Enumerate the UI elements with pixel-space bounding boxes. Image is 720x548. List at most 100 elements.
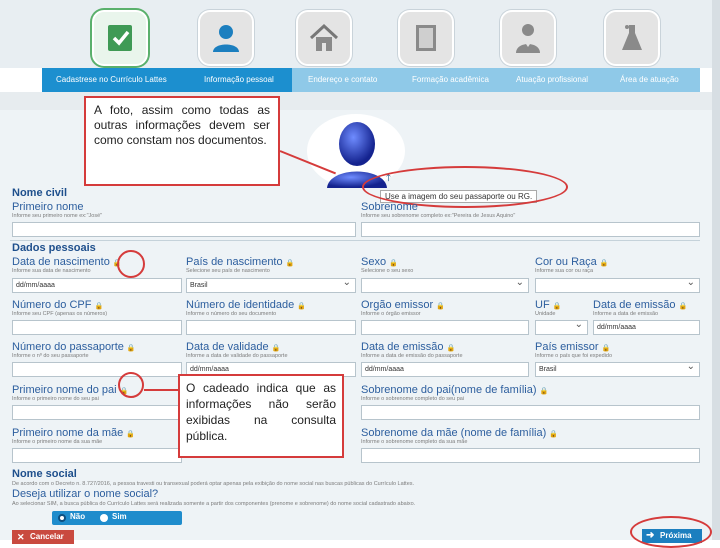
label-cpf: Número do CPF 🔒 — [12, 299, 104, 311]
lock-icon: 🔒 — [599, 260, 609, 267]
lock-icon: 🔒 — [436, 303, 445, 310]
lock-icon: 🔒 — [126, 345, 136, 352]
radio-sim[interactable] — [100, 514, 108, 522]
photo-callout: A foto, assim como todas as outras infor… — [84, 96, 280, 186]
divider — [10, 240, 700, 241]
step-icon-formacao[interactable] — [398, 10, 454, 66]
input-data-nascimento[interactable]: dd/mm/aaaa — [12, 278, 182, 293]
hint-pais-nascimento: Selecione seu país de nascimento — [186, 268, 270, 274]
lock-icon: 🔒 — [539, 388, 549, 395]
cancel-button[interactable]: ✕ Cancelar — [12, 530, 74, 544]
lock-icon: 🔒 — [552, 303, 562, 310]
input-primeiro-nome-pai[interactable] — [12, 405, 182, 420]
house-icon — [309, 23, 339, 51]
label-primeiro-nome: Primeiro nome — [12, 201, 84, 213]
hint-primeiro-nome-mae: Informe o primeiro nome da sua mãe — [12, 439, 103, 445]
label-sobrenome-mae: Sobrenome da mãe (nome de família) 🔒 — [361, 427, 558, 439]
select-pais-emissor[interactable]: Brasil — [535, 360, 700, 377]
radio-nao[interactable] — [58, 514, 66, 522]
hint-pais-emissor: Informe o país que foi expedido — [535, 353, 613, 359]
lock-icon: 🔒 — [94, 303, 104, 310]
input-data-emissao-passaporte[interactable]: dd/mm/aaaa — [361, 362, 529, 377]
step-icon-area[interactable] — [604, 10, 660, 66]
label-pais-emissor: País emissor 🔒 — [535, 341, 611, 353]
select-uf[interactable] — [535, 318, 588, 335]
lock-callout: O cadeado indica que as informações não … — [178, 374, 344, 458]
nome-social-note: De acordo com o Decreto n. 8.727/2016, a… — [12, 481, 415, 487]
select-cor-raca[interactable] — [535, 276, 700, 293]
tab-atuacao[interactable]: Atuação profissional — [502, 68, 612, 92]
label-uf: UF 🔒 — [535, 299, 562, 311]
select-sexo[interactable] — [361, 276, 529, 293]
label-data-emissao: Data de emissão 🔒 — [593, 299, 688, 311]
book-icon — [416, 25, 436, 51]
hint-orgao-emissor: Informe o órgão emissor — [361, 311, 421, 317]
tab-endereco[interactable]: Endereço e contato — [294, 68, 398, 92]
lock-icon: 🔒 — [389, 260, 398, 267]
label-identidade: Número de identidade 🔒 — [186, 299, 306, 311]
step-icon-info-pessoal[interactable] — [198, 10, 254, 66]
hint-sobrenome-pai: Informe o sobrenome completo do seu pai — [361, 396, 465, 402]
input-cpf[interactable] — [12, 320, 182, 335]
person-icon — [213, 25, 239, 52]
step-icon-atuacao[interactable] — [500, 10, 556, 66]
section-nome-social: Nome social — [12, 468, 77, 480]
section-nome-civil: Nome civil — [12, 187, 68, 199]
step-icon-cadastro[interactable] — [92, 10, 148, 66]
nome-social-question: Deseja utilizar o nome social? — [12, 488, 159, 500]
hint-data-nascimento: Informe sua data de nascimento — [12, 268, 91, 274]
nome-social-question-hint: Ao selecionar SIM, a busca pública do Cu… — [12, 501, 416, 507]
label-primeiro-nome-pai: Primeiro nome do pai 🔒 — [12, 384, 129, 396]
radio-sim-label: Sim — [112, 512, 127, 521]
hint-data-emissao-passaporte: Informe a data de emissão do passaporte — [361, 353, 463, 359]
label-data-nascimento: Data de nascimento 🔒 — [12, 256, 122, 268]
hint-data-emissao: Informe a data de emissão — [593, 311, 659, 317]
input-sobrenome-mae[interactable] — [361, 448, 700, 463]
hint-identidade: Informe o número do seu documento — [186, 311, 277, 317]
nome-social-toggle: Não Sim — [52, 511, 182, 525]
input-identidade[interactable] — [186, 320, 356, 335]
tab-area[interactable]: Área de atuação — [606, 68, 700, 92]
next-button-highlight — [630, 516, 712, 548]
hint-primeiro-nome: Informe seu primeiro nome ex:"José" — [12, 213, 103, 219]
input-sobrenome[interactable] — [361, 222, 700, 237]
hint-cor-raca: Informe sua cor ou raça — [535, 268, 594, 274]
step-icon-endereco[interactable] — [296, 10, 352, 66]
professional-icon — [516, 24, 540, 53]
lock-highlight-pai — [118, 372, 144, 398]
lock-icon: 🔒 — [271, 345, 281, 352]
lock-icon: 🔒 — [549, 431, 558, 438]
input-primeiro-nome[interactable] — [12, 222, 356, 237]
hint-primeiro-nome-pai: Informe o primeiro nome do seu pai — [12, 396, 99, 402]
label-sobrenome-pai: Sobrenome do pai(nome de família) 🔒 — [361, 384, 549, 396]
tab-cadastro[interactable]: Cadastrese no Currículo Lattes — [42, 68, 192, 92]
label-orgao-emissor: Orgão emissor 🔒 — [361, 299, 445, 311]
label-data-validade: Data de validade 🔒 — [186, 341, 281, 353]
lock-highlight — [117, 250, 145, 278]
lock-callout-connector — [144, 389, 178, 391]
hint-passaporte: Informe o nº do seu passaporte — [12, 353, 89, 359]
tab-info-pessoal[interactable]: Informação pessoal — [190, 68, 294, 92]
tab-formacao[interactable]: Formação acadêmica — [398, 68, 502, 92]
input-primeiro-nome-mae[interactable] — [12, 448, 182, 463]
label-cor-raca: Cor ou Raça 🔒 — [535, 256, 609, 268]
lock-icon: 🔒 — [126, 431, 135, 438]
close-icon: ✕ — [17, 532, 25, 542]
radio-nao-label: Não — [70, 512, 86, 521]
right-scroll-edge — [712, 0, 720, 540]
label-primeiro-nome-mae: Primeiro nome da mãe 🔒 — [12, 427, 135, 439]
checklist-icon — [108, 25, 132, 51]
input-sobrenome-pai[interactable] — [361, 405, 700, 420]
lock-icon: 🔒 — [678, 303, 688, 310]
hint-data-validade: Informe a data de validade do passaporte — [186, 353, 288, 359]
label-data-emissao-passaporte: Data de emissão 🔒 — [361, 341, 456, 353]
label-pais-nascimento: País de nascimento 🔒 — [186, 256, 295, 268]
hint-sexo: Selecione o seu sexo — [361, 268, 414, 274]
input-passaporte[interactable] — [12, 362, 182, 377]
hint-sobrenome: Informe seu sobrenome completo ex:"Perei… — [361, 213, 516, 219]
select-pais-nascimento[interactable]: Brasil — [186, 276, 356, 293]
input-data-emissao[interactable]: dd/mm/aaaa — [593, 320, 700, 335]
lock-icon: 🔒 — [285, 260, 295, 267]
input-orgao-emissor[interactable] — [361, 320, 529, 335]
lock-icon: 🔒 — [297, 303, 306, 310]
